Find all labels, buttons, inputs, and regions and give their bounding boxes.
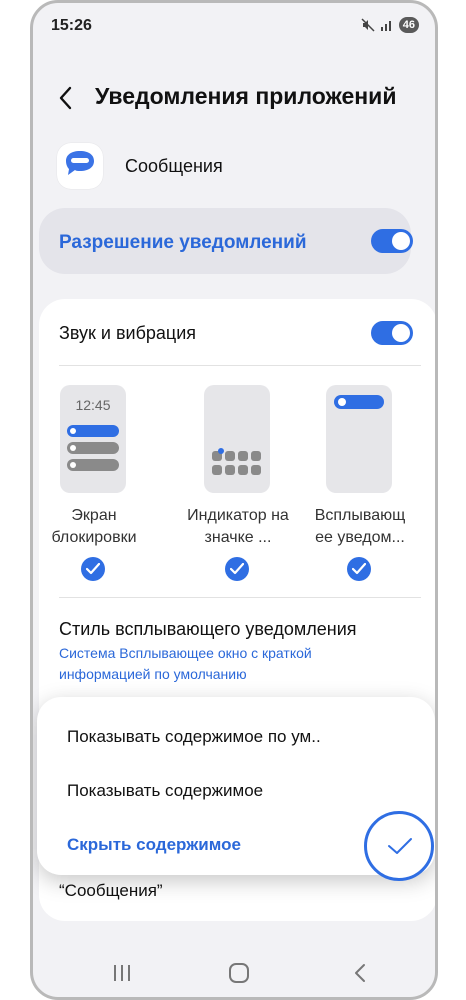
- phone-frame: 15:26 46 Уведомления приложений Сообщени…: [30, 0, 438, 1000]
- home-icon[interactable]: [228, 963, 250, 983]
- option-popup[interactable]: Всплывающ ее уведом...: [305, 385, 415, 581]
- battery-indicator: 46: [398, 17, 419, 33]
- option-label: Экран блокировки: [51, 507, 137, 546]
- allow-notifications-row[interactable]: Разрешение уведомлений: [39, 208, 413, 274]
- navigation-bar: [33, 947, 435, 997]
- content-label: “Сообщения”: [59, 881, 163, 900]
- status-icons: 46: [361, 17, 419, 33]
- status-time: 15:26: [51, 17, 92, 34]
- app-name: Сообщения: [125, 156, 223, 176]
- dropdown-option-show-default[interactable]: Показывать содержимое по ум..: [67, 727, 321, 747]
- page-title: Уведомления приложений: [95, 83, 397, 109]
- option-app-icon-badge[interactable]: Индикатор на значке ...: [183, 385, 293, 581]
- toggle-knob: [392, 232, 410, 250]
- sound-vibration-toggle[interactable]: [371, 321, 413, 345]
- allow-notifications-label: Разрешение уведомлений: [59, 232, 307, 253]
- back-nav-icon[interactable]: [350, 963, 372, 983]
- divider: [59, 597, 421, 598]
- checked-icon[interactable]: [225, 557, 249, 581]
- dropdown-option-show-content[interactable]: Показывать содержимое: [67, 781, 263, 801]
- preview-notification-bar: [67, 442, 119, 454]
- checked-icon[interactable]: [81, 557, 105, 581]
- signal-icon: [380, 21, 391, 31]
- header: Уведомления приложений: [33, 77, 435, 119]
- popup-style-subtitle: Система Всплывающее окно с краткой инфор…: [59, 645, 312, 682]
- back-icon[interactable]: [55, 85, 77, 111]
- dropdown-option-hide-content[interactable]: Скрыть содержимое: [67, 835, 241, 855]
- badge-dot: [218, 448, 224, 454]
- status-bar: 15:26 46: [33, 3, 435, 49]
- preview-popup-bar: [334, 395, 384, 409]
- recent-apps-icon[interactable]: [111, 963, 133, 983]
- checked-icon[interactable]: [347, 557, 371, 581]
- app-row: Сообщения: [57, 143, 417, 193]
- popup-style-title[interactable]: Стиль всплывающего уведомления: [59, 619, 357, 640]
- preview-notification-bar: [67, 425, 119, 437]
- option-lock-screen[interactable]: 12:45 Экран блокировки: [39, 385, 149, 581]
- popup-preview: [326, 385, 392, 493]
- option-label: Индикатор на значке ...: [187, 507, 289, 546]
- selected-check-icon: [364, 811, 434, 881]
- messages-app-icon: [57, 143, 103, 189]
- option-label: Всплывающ ее уведом...: [314, 507, 406, 546]
- mute-icon: [361, 18, 375, 32]
- preview-time: 12:45: [75, 397, 111, 413]
- divider: [59, 365, 421, 366]
- toggle-knob: [392, 324, 410, 342]
- badge-preview: [204, 385, 270, 493]
- lock-screen-preview: 12:45: [60, 385, 126, 493]
- preview-notification-bar: [67, 459, 119, 471]
- sound-vibration-label: Звук и вибрация: [59, 323, 197, 343]
- allow-notifications-toggle[interactable]: [371, 229, 413, 253]
